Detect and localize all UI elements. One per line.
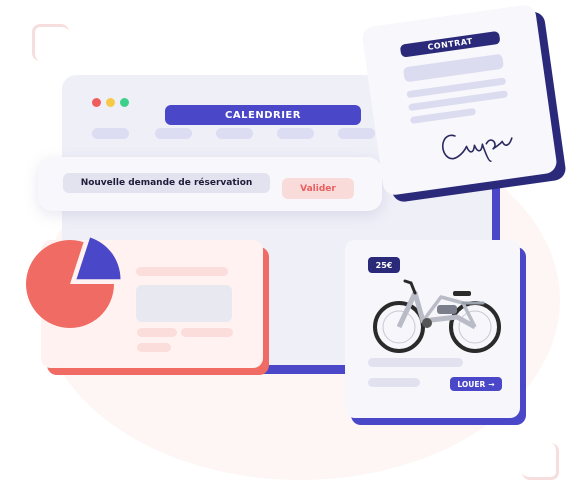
placeholder-line <box>368 358 463 367</box>
minimize-dot[interactable] <box>106 98 115 107</box>
placeholder-line <box>181 328 233 337</box>
nav-tab[interactable] <box>277 128 314 139</box>
contract-text-line <box>409 107 477 125</box>
close-dot[interactable] <box>92 98 101 107</box>
placeholder-line <box>137 328 177 337</box>
maximize-dot[interactable] <box>120 98 129 107</box>
nav-tab[interactable] <box>338 128 375 139</box>
signature-icon <box>441 134 513 163</box>
contract-title: CONTRAT <box>399 30 501 58</box>
decorative-corner <box>32 24 69 61</box>
stats-box <box>136 285 232 322</box>
price-tag: 25€ <box>368 257 400 273</box>
nav-tab[interactable] <box>216 128 253 139</box>
bike-icon <box>373 279 501 353</box>
placeholder-line <box>368 378 420 387</box>
decorative-corner <box>522 443 559 480</box>
placeholder-line <box>137 343 171 352</box>
booking-request-label: Nouvelle demande de réservation <box>63 173 270 193</box>
booking-request-bar: Nouvelle demande de réservation Valider <box>38 157 382 211</box>
nav-tab[interactable] <box>155 128 192 139</box>
pie-chart <box>26 237 121 328</box>
window-controls <box>92 98 129 107</box>
arrow-right-icon: → <box>488 379 495 389</box>
calendar-title: CALENDRIER <box>165 105 361 125</box>
nav-tab[interactable] <box>92 128 129 139</box>
validate-button[interactable]: Valider <box>282 178 354 199</box>
contract-card: CONTRAT <box>361 3 558 197</box>
bike-rental-card: 25€ LOUER → <box>345 240 520 418</box>
contract-field <box>402 53 505 83</box>
rent-button-label: LOUER <box>457 379 486 389</box>
rent-button[interactable]: LOUER → <box>450 377 502 391</box>
placeholder-line <box>136 267 228 276</box>
